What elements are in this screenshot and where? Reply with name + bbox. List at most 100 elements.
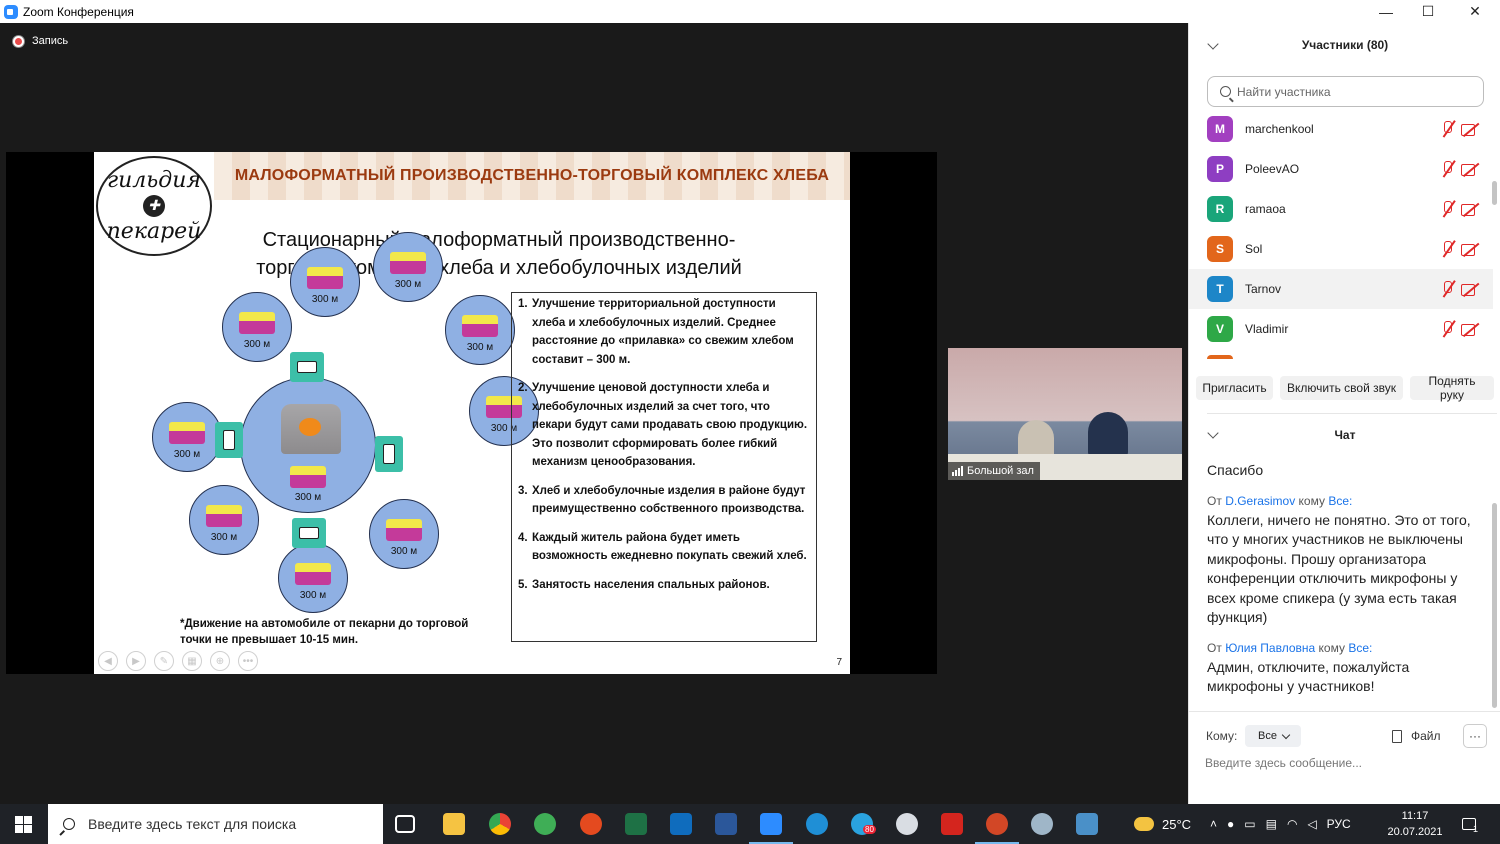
shop-icon <box>239 312 275 335</box>
chrome-icon[interactable] <box>489 813 511 835</box>
file-explorer-icon[interactable] <box>443 813 465 835</box>
recipient-name[interactable]: Все: <box>1328 494 1352 508</box>
sender-name[interactable]: D.Gerasimov <box>1225 494 1295 508</box>
shop-icon <box>307 267 343 290</box>
video-off-icon[interactable] <box>1461 242 1479 256</box>
video-off-icon[interactable] <box>1461 322 1479 336</box>
chat-message-input[interactable] <box>1205 756 1485 770</box>
record-icon <box>13 35 24 47</box>
recipient-name[interactable]: Все: <box>1348 641 1372 655</box>
wifi-icon[interactable]: ◠ <box>1287 817 1297 831</box>
zoom-taskbar-icon[interactable] <box>749 813 793 844</box>
minimize-button[interactable]: — <box>1363 0 1409 23</box>
bakery-oven-icon <box>281 404 341 454</box>
participant-avatar: T <box>1207 276 1233 302</box>
delivery-truck-icon <box>215 422 243 458</box>
participant-row[interactable]: S Sol <box>1189 229 1493 269</box>
distance-label: 300 м <box>466 342 494 353</box>
from-prefix: От <box>1207 640 1222 655</box>
taskbar-search[interactable]: Введите здесь текст для поиска <box>48 804 383 844</box>
guild-logo: гильдия ✚ пекарей <box>96 156 212 256</box>
excel-icon[interactable] <box>625 813 647 835</box>
shop-icon <box>290 466 326 489</box>
zoom-app-icon <box>4 4 18 19</box>
participant-row[interactable]: T Tarnov <box>1189 269 1493 309</box>
windows-start-icon[interactable] <box>15 816 32 833</box>
logo-text-top: гильдия <box>107 168 201 193</box>
recording-indicator[interactable]: Запись <box>13 35 68 47</box>
globe-app-icon[interactable] <box>534 813 556 835</box>
participant-name: Sol <box>1245 242 1263 256</box>
microphone-icon[interactable]: ● <box>1227 817 1234 831</box>
participant-search[interactable] <box>1207 76 1484 107</box>
participants-title: Участники (80) <box>1301 38 1389 52</box>
chat-scrollbar[interactable] <box>1492 503 1497 708</box>
file-button[interactable]: Файл <box>1392 729 1441 743</box>
edge-icon[interactable] <box>806 813 828 835</box>
system-clock[interactable]: 11:17 20.07.2021 <box>1385 808 1445 840</box>
benefit-item: 5. Занятость населения спальных районов. <box>518 576 810 595</box>
participants-scrollbar[interactable] <box>1492 181 1497 205</box>
chat-more-button[interactable]: ··· <box>1463 724 1487 748</box>
outlook-icon[interactable] <box>670 813 692 835</box>
show-hidden-icons-icon[interactable]: ˄ <box>1210 817 1217 831</box>
participant-row[interactable]: V Vladimir <box>1189 309 1493 349</box>
maximize-button[interactable]: ☐ <box>1405 0 1451 23</box>
close-button[interactable]: ✕ <box>1452 0 1498 23</box>
language-indicator[interactable]: РУС <box>1327 817 1351 831</box>
clock-date: 20.07.2021 <box>1387 826 1443 838</box>
participant-search-input[interactable] <box>1237 84 1467 99</box>
video-off-icon[interactable] <box>1461 162 1479 176</box>
chat-messages: Спасибо От D.Gerasimov кому Все: Коллеги… <box>1207 453 1479 703</box>
video-off-icon[interactable] <box>1461 282 1479 296</box>
participant-row[interactable]: P PoleevAO <box>1189 149 1493 189</box>
pen-icon[interactable]: ✎ <box>154 651 174 671</box>
weather-widget[interactable]: 25°C <box>1134 804 1191 844</box>
mic-muted-icon[interactable] <box>1441 201 1453 217</box>
zoom-icon[interactable]: ⊕ <box>210 651 230 671</box>
acrobat-icon[interactable] <box>941 813 963 835</box>
next-slide-icon[interactable]: ▶ <box>126 651 146 671</box>
mic-muted-icon[interactable] <box>1441 281 1453 297</box>
word-icon[interactable] <box>715 813 737 835</box>
chat-message: Спасибо <box>1207 462 1264 478</box>
raise-hand-button[interactable]: Поднять руку <box>1410 374 1494 402</box>
mic-muted-icon[interactable] <box>1441 241 1453 257</box>
video-thumbnail[interactable]: Большой зал <box>948 348 1182 480</box>
mic-muted-icon[interactable] <box>1441 321 1453 337</box>
recording-label: Запись <box>32 35 69 47</box>
telegram-icon[interactable]: 80 <box>851 813 876 835</box>
delivery-truck-icon <box>375 436 403 472</box>
search-icon <box>63 818 75 830</box>
chat-message-meta: От D.Gerasimov кому Все: <box>1207 494 1479 508</box>
file-icon <box>1392 729 1402 743</box>
task-view-icon[interactable] <box>395 815 415 833</box>
battery-icon[interactable]: ▭ <box>1244 817 1255 831</box>
unmute-button[interactable]: Включить свой звук <box>1280 376 1403 400</box>
mic-muted-icon[interactable] <box>1441 161 1453 177</box>
weather-temperature: 25°C <box>1162 816 1192 832</box>
sender-name[interactable]: Юлия Павловна <box>1225 641 1315 655</box>
participant-row[interactable]: R ramaoa <box>1189 189 1493 229</box>
presentation-slide: МАЛОФОРМАТНЫЙ ПРОИЗВОДСТВЕННО-ТОРГОВЫЙ К… <box>94 152 850 674</box>
paint-icon[interactable] <box>1031 813 1053 835</box>
photos-icon[interactable] <box>1076 813 1098 835</box>
slides-grid-icon[interactable]: ▦ <box>182 651 202 671</box>
powerpoint-icon[interactable] <box>975 813 1019 844</box>
recipient-select[interactable]: Все <box>1245 725 1301 747</box>
1c-app-icon[interactable] <box>580 813 602 835</box>
volume-icon[interactable]: ◁ <box>1307 817 1316 831</box>
notifications-button[interactable]: 1 <box>1462 804 1478 844</box>
item-text: Хлеб и хлебобулочные изделия в районе бу… <box>532 484 806 516</box>
central-bakery-circle: 300 м <box>240 377 376 513</box>
previous-slide-icon[interactable]: ◀ <box>98 651 118 671</box>
video-off-icon[interactable] <box>1461 202 1479 216</box>
snipping-tool-icon[interactable] <box>896 813 918 835</box>
invite-button[interactable]: Пригласить <box>1196 376 1273 400</box>
keyboard-icon[interactable]: ▤ <box>1266 817 1277 831</box>
slideshow-controls: ◀ ▶ ✎ ▦ ⊕ ••• <box>98 651 258 671</box>
more-options-icon[interactable]: ••• <box>238 651 258 671</box>
video-off-icon[interactable] <box>1461 122 1479 136</box>
mic-muted-icon[interactable] <box>1441 121 1453 137</box>
participant-row[interactable]: M marchenkool <box>1189 109 1493 149</box>
